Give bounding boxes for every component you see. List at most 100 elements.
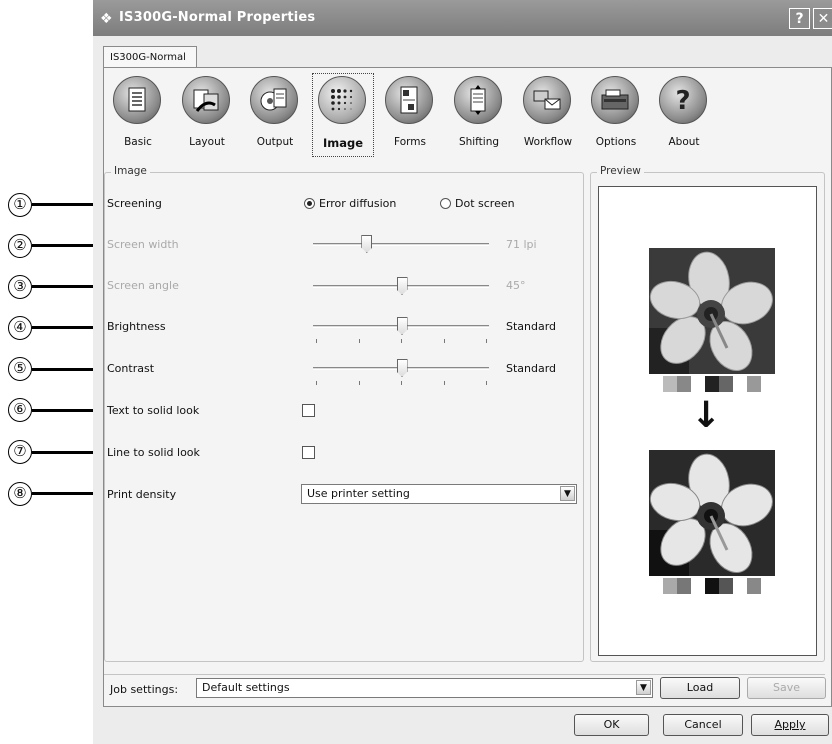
svg-text:?: ? bbox=[675, 86, 690, 115]
save-button[interactable]: Save bbox=[747, 677, 826, 699]
toolbar-image[interactable]: Image bbox=[312, 73, 374, 157]
line-solid-label: Line to solid look bbox=[107, 446, 200, 459]
line-solid-checkbox[interactable] bbox=[302, 446, 315, 459]
contrast-tick bbox=[486, 381, 487, 385]
toolbar-forms[interactable]: Forms bbox=[380, 74, 440, 156]
screen-width-value: 71 lpi bbox=[506, 238, 537, 251]
toolbar-label: Options bbox=[595, 136, 637, 148]
preview-group-title: Preview bbox=[597, 165, 644, 177]
error-diffusion-label[interactable]: Error diffusion bbox=[319, 197, 396, 210]
divider bbox=[104, 674, 825, 675]
output-icon bbox=[250, 76, 298, 124]
toolbar-label: Basic bbox=[124, 136, 152, 148]
chevron-down-icon[interactable]: ▼ bbox=[560, 486, 575, 501]
load-button[interactable]: Load bbox=[660, 677, 740, 699]
preview-adjusted-image bbox=[649, 450, 775, 576]
help-button[interactable]: ? bbox=[789, 8, 810, 29]
print-density-label: Print density bbox=[107, 488, 177, 501]
callout-line-5 bbox=[32, 368, 98, 371]
preview-original-image bbox=[649, 248, 775, 374]
cancel-button[interactable]: Cancel bbox=[663, 714, 743, 736]
screen-angle-value: 45° bbox=[506, 279, 526, 292]
layout-icon bbox=[182, 76, 230, 124]
callout-line-2 bbox=[32, 244, 98, 247]
toolbar-workflow[interactable]: Workflow bbox=[518, 74, 578, 156]
preview-adjusted-swatches bbox=[649, 578, 775, 594]
contrast-label: Contrast bbox=[107, 362, 155, 375]
callout-1: ① bbox=[8, 193, 32, 217]
brightness-tick bbox=[316, 339, 317, 343]
toolbar-label: Layout bbox=[189, 136, 225, 148]
callout-line-7 bbox=[32, 451, 98, 454]
screen-angle-label: Screen angle bbox=[107, 279, 179, 292]
printer-app-icon: ❖ bbox=[100, 11, 113, 27]
contrast-tick bbox=[444, 381, 445, 385]
callout-2: ② bbox=[8, 234, 32, 258]
callout-line-6 bbox=[32, 409, 98, 412]
callout-4: ④ bbox=[8, 316, 32, 340]
text-solid-label: Text to solid look bbox=[107, 404, 200, 417]
callout-6: ⑥ bbox=[8, 398, 32, 422]
tab-device[interactable]: IS300G-Normal bbox=[103, 46, 197, 68]
brightness-tick bbox=[444, 339, 445, 343]
title-bar[interactable]: ❖ IS300G-Normal Properties ? ✕ bbox=[93, 0, 832, 36]
toolbar-label: Output bbox=[256, 136, 294, 148]
contrast-tick bbox=[316, 381, 317, 385]
forms-icon bbox=[385, 76, 433, 124]
brightness-value: Standard bbox=[506, 320, 557, 333]
callout-line-4 bbox=[32, 326, 98, 329]
preview-original-swatches bbox=[649, 376, 775, 392]
preview-area: ↓ bbox=[598, 186, 817, 656]
halftone-icon bbox=[318, 76, 366, 124]
callout-line-3 bbox=[32, 285, 98, 288]
callout-line-8 bbox=[32, 492, 98, 495]
callout-5: ⑤ bbox=[8, 357, 32, 381]
ok-button[interactable]: OK bbox=[574, 714, 649, 736]
brightness-tick bbox=[486, 339, 487, 343]
callout-7: ⑦ bbox=[8, 440, 32, 464]
toolbar-label: Forms bbox=[394, 136, 426, 148]
shifting-icon bbox=[454, 76, 502, 124]
job-settings-label: Job settings: bbox=[110, 683, 179, 696]
toolbar-output[interactable]: Output bbox=[245, 74, 305, 156]
brightness-label: Brightness bbox=[107, 320, 166, 333]
close-button[interactable]: ✕ bbox=[813, 8, 832, 29]
screen-width-label: Screen width bbox=[107, 238, 179, 251]
brightness-tick bbox=[359, 339, 360, 343]
screen-width-track bbox=[313, 243, 489, 246]
toolbar-label: About bbox=[668, 136, 700, 148]
toolbar-shifting[interactable]: Shifting bbox=[449, 74, 509, 156]
job-settings-select[interactable]: Default settings ▼ bbox=[196, 678, 653, 698]
chevron-down-icon[interactable]: ▼ bbox=[636, 680, 651, 695]
toolbar-layout[interactable]: Layout bbox=[177, 74, 237, 156]
toolbar-label: Shifting bbox=[458, 136, 500, 148]
callout-line-1 bbox=[32, 203, 98, 206]
toolbar-label: Image bbox=[322, 136, 364, 150]
toolbar-basic[interactable]: Basic bbox=[108, 74, 168, 156]
screening-label: Screening bbox=[107, 197, 162, 210]
callout-8: ⑧ bbox=[8, 482, 32, 506]
toolbar-options[interactable]: Options bbox=[586, 74, 646, 156]
image-group-title: Image bbox=[111, 165, 150, 177]
print-density-value: Use printer setting bbox=[307, 487, 410, 500]
dot-screen-radio[interactable] bbox=[440, 198, 451, 209]
window-title: IS300G-Normal Properties bbox=[119, 10, 316, 25]
document-icon bbox=[113, 76, 161, 124]
callout-3: ③ bbox=[8, 275, 32, 299]
text-solid-checkbox[interactable] bbox=[302, 404, 315, 417]
print-density-select[interactable]: Use printer setting ▼ bbox=[301, 484, 577, 504]
error-diffusion-radio[interactable] bbox=[304, 198, 315, 209]
brightness-tick bbox=[401, 339, 402, 343]
workflow-icon bbox=[523, 76, 571, 124]
contrast-value: Standard bbox=[506, 362, 557, 375]
preview-arrow-icon: ↓ bbox=[691, 395, 722, 436]
apply-button[interactable]: Apply bbox=[751, 714, 829, 736]
contrast-tick bbox=[359, 381, 360, 385]
contrast-tick bbox=[401, 381, 402, 385]
dot-screen-label[interactable]: Dot screen bbox=[455, 197, 515, 210]
job-settings-value: Default settings bbox=[202, 681, 290, 694]
printer-options-icon bbox=[591, 76, 639, 124]
toolbar-about[interactable]: ? About bbox=[654, 74, 714, 156]
question-icon: ? bbox=[659, 76, 707, 124]
toolbar-label: Workflow bbox=[523, 136, 573, 148]
